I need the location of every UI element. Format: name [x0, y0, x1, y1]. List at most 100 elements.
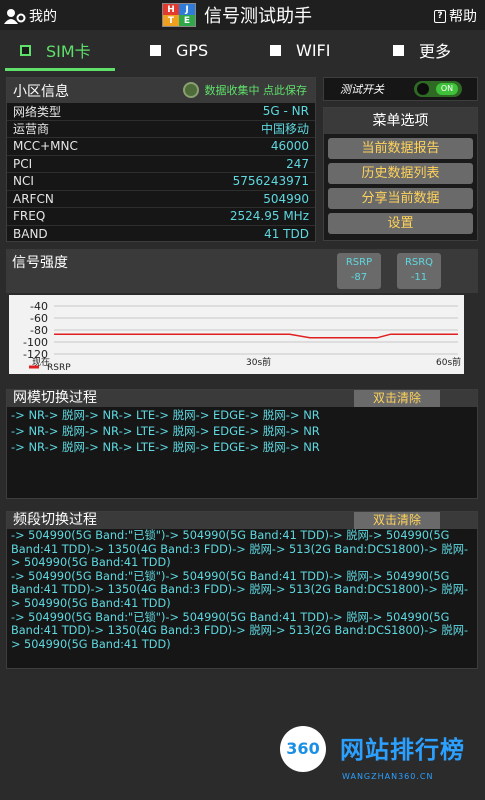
app-title: 信号测试助手	[204, 6, 312, 27]
tab-more-label: 更多	[419, 42, 452, 61]
tab-bar: SIM卡 GPS WIFI 更多	[0, 30, 485, 70]
tab-sim[interactable]: SIM卡	[20, 30, 91, 70]
test-switch-row: 测试开关 ON	[323, 77, 478, 101]
share-data-button[interactable]: 分享当前数据	[328, 188, 473, 209]
info-value: 504990	[263, 191, 309, 206]
rsrq-value: -11	[410, 272, 428, 283]
mode-clear-button[interactable]: 双击清除	[354, 390, 440, 407]
log-line: -> 504990(5G Band:"已锁")-> 504990(5G Band…	[11, 529, 469, 570]
band-switch-panel: 频段切换过程 双击清除 -> 504990(5G Band:"已锁")-> 50…	[6, 511, 478, 669]
info-row-operator: 运营商 中国移动	[7, 121, 315, 138]
tab-wifi[interactable]: WIFI	[270, 30, 330, 70]
menu-panel: 菜单选项 当前数据报告 历史数据列表 分享当前数据 设置	[323, 107, 478, 241]
log-line: -> NR-> 脱网-> NR-> LTE-> 脱网-> EDGE-> 脱网->…	[11, 408, 320, 422]
watermark-text: 网站排行榜	[340, 736, 465, 764]
signal-chart-svg: -40-60-80-100-120现在 30s前 60s前RSRP	[23, 300, 461, 373]
x-tick-label: 60s前	[436, 356, 461, 368]
top-bar: 我的 H J T E 信号测试助手 ? 帮助	[0, 0, 485, 30]
watermark-subtext: WANGZHAN360.CN	[342, 772, 434, 781]
band-clear-button[interactable]: 双击清除	[354, 512, 440, 529]
rsrp-label: RSRP	[345, 257, 373, 268]
info-row-network-type: 网络类型 5G - NR	[7, 103, 315, 121]
mode-switch-title: 网模切换过程	[13, 390, 97, 406]
band-switch-header: 频段切换过程 双击清除	[7, 512, 477, 529]
info-row-mcc-mnc: MCC+MNC 46000	[7, 138, 315, 156]
help-button[interactable]: ? 帮助	[434, 6, 477, 26]
toggle-state: ON	[436, 83, 458, 95]
collect-save-button[interactable]: 数据收集中 点此保存	[182, 82, 308, 98]
mode-switch-panel: 网模切换过程 双击清除 -> NR-> 脱网-> NR-> LTE-> 脱网->…	[6, 389, 478, 499]
cell-info-header: 小区信息 数据收集中 点此保存	[7, 78, 315, 103]
info-value: 46000	[270, 139, 309, 154]
logo-letter-j: J	[179, 4, 195, 15]
info-row-nci: NCI 5756243971	[7, 173, 315, 191]
settings-button[interactable]: 设置	[328, 213, 473, 234]
mine-button[interactable]: 我的	[4, 6, 57, 26]
info-key: FREQ	[13, 209, 46, 224]
info-row-freq: FREQ 2524.95 MHz	[7, 208, 315, 226]
help-label: 帮助	[449, 9, 477, 25]
x-tick-label: 30s前	[246, 356, 271, 368]
rsrq-label: RSRQ	[404, 257, 434, 268]
cell-info-panel: 小区信息 数据收集中 点此保存 网络类型 5G - NR 运营商 中国移动 MCC+…	[6, 77, 316, 242]
info-value: 5G - NR	[262, 104, 309, 119]
log-line: -> 504990(5G Band:"已锁")-> 504990(5G Band…	[11, 569, 469, 610]
help-icon: ?	[434, 9, 446, 23]
record-icon	[182, 82, 199, 98]
info-key: MCC+MNC	[13, 139, 78, 154]
tab-gps-label: GPS	[176, 40, 209, 60]
info-value: 2524.95 MHz	[229, 209, 309, 224]
mode-switch-header: 网模切换过程 双击清除	[7, 390, 477, 407]
checkbox-icon	[393, 44, 404, 56]
band-switch-title: 频段切换过程	[13, 512, 97, 528]
info-key: NCI	[13, 174, 34, 189]
tab-wifi-label: WIFI	[296, 40, 331, 60]
logo-letter-e: E	[179, 15, 195, 26]
signal-chart: -40 -60 -80 -100 -120 现在 30s前 60s前 RSRP	[9, 295, 464, 374]
band-switch-log: -> 504990(5G Band:"已锁")-> 504990(5G Band…	[7, 529, 477, 651]
checkbox-icon	[150, 44, 161, 56]
watermark: 360 网站排行榜 WANGZHAN360.CN	[276, 720, 485, 800]
info-key: 运营商	[13, 122, 50, 137]
log-line: -> NR-> 脱网-> NR-> LTE-> 脱网-> EDGE-> 脱网->…	[11, 440, 320, 454]
tab-more[interactable]: 更多	[393, 30, 451, 70]
cell-info-title: 小区信息	[13, 83, 69, 100]
info-key: ARFCN	[13, 191, 54, 206]
info-key: 网络类型	[13, 104, 62, 119]
info-value: 中国移动	[260, 122, 309, 137]
app-logo: H J T E	[162, 3, 196, 27]
collect-status-text: 数据收集中 点此保存	[204, 84, 308, 97]
mode-switch-log: -> NR-> 脱网-> NR-> LTE-> 脱网-> EDGE-> 脱网->…	[7, 407, 477, 455]
test-switch-label: 测试开关	[340, 83, 384, 96]
info-row-pci: PCI 247	[7, 156, 315, 173]
active-tab-indicator	[5, 68, 115, 71]
tab-gps[interactable]: GPS	[150, 30, 208, 70]
test-switch-toggle[interactable]: ON	[414, 81, 462, 97]
mine-label: 我的	[29, 9, 57, 25]
history-list-button[interactable]: 历史数据列表	[328, 163, 473, 184]
rsrp-value: -87	[350, 272, 368, 283]
info-key: BAND	[13, 227, 48, 242]
toggle-knob	[417, 83, 429, 95]
app-title-area: H J T E 信号测试助手	[162, 2, 312, 28]
info-value: 247	[286, 156, 309, 171]
logo-letter-t: T	[163, 15, 179, 26]
log-line: -> NR-> 脱网-> NR-> LTE-> 脱网-> EDGE-> 脱网->…	[11, 424, 320, 438]
checkbox-icon	[20, 44, 31, 56]
legend-label: RSRP	[47, 363, 71, 373]
series-line-rsrp	[54, 333, 458, 339]
logo-letter-h: H	[163, 4, 179, 15]
watermark-logo: 360	[280, 726, 326, 772]
rsrp-button[interactable]: RSRP -87	[337, 253, 381, 289]
menu-title: 菜单选项	[324, 108, 477, 134]
user-settings-icon	[4, 9, 26, 24]
info-row-arfcn: ARFCN 504990	[7, 191, 315, 208]
log-line: -> 504990(5G Band:"已锁")-> 504990(5G Band…	[11, 610, 469, 651]
signal-panel: 信号强度 RSRP -87 RSRQ -11 -40 -60 -80 -100 -120…	[6, 249, 478, 376]
info-row-band: BAND 41 TDD	[7, 226, 315, 244]
tab-sim-label: SIM卡	[46, 42, 91, 61]
info-value: 5756243971	[232, 174, 309, 189]
rsrq-button[interactable]: RSRQ -11	[397, 253, 441, 289]
current-report-button[interactable]: 当前数据报告	[328, 138, 473, 159]
info-key: PCI	[13, 156, 33, 171]
